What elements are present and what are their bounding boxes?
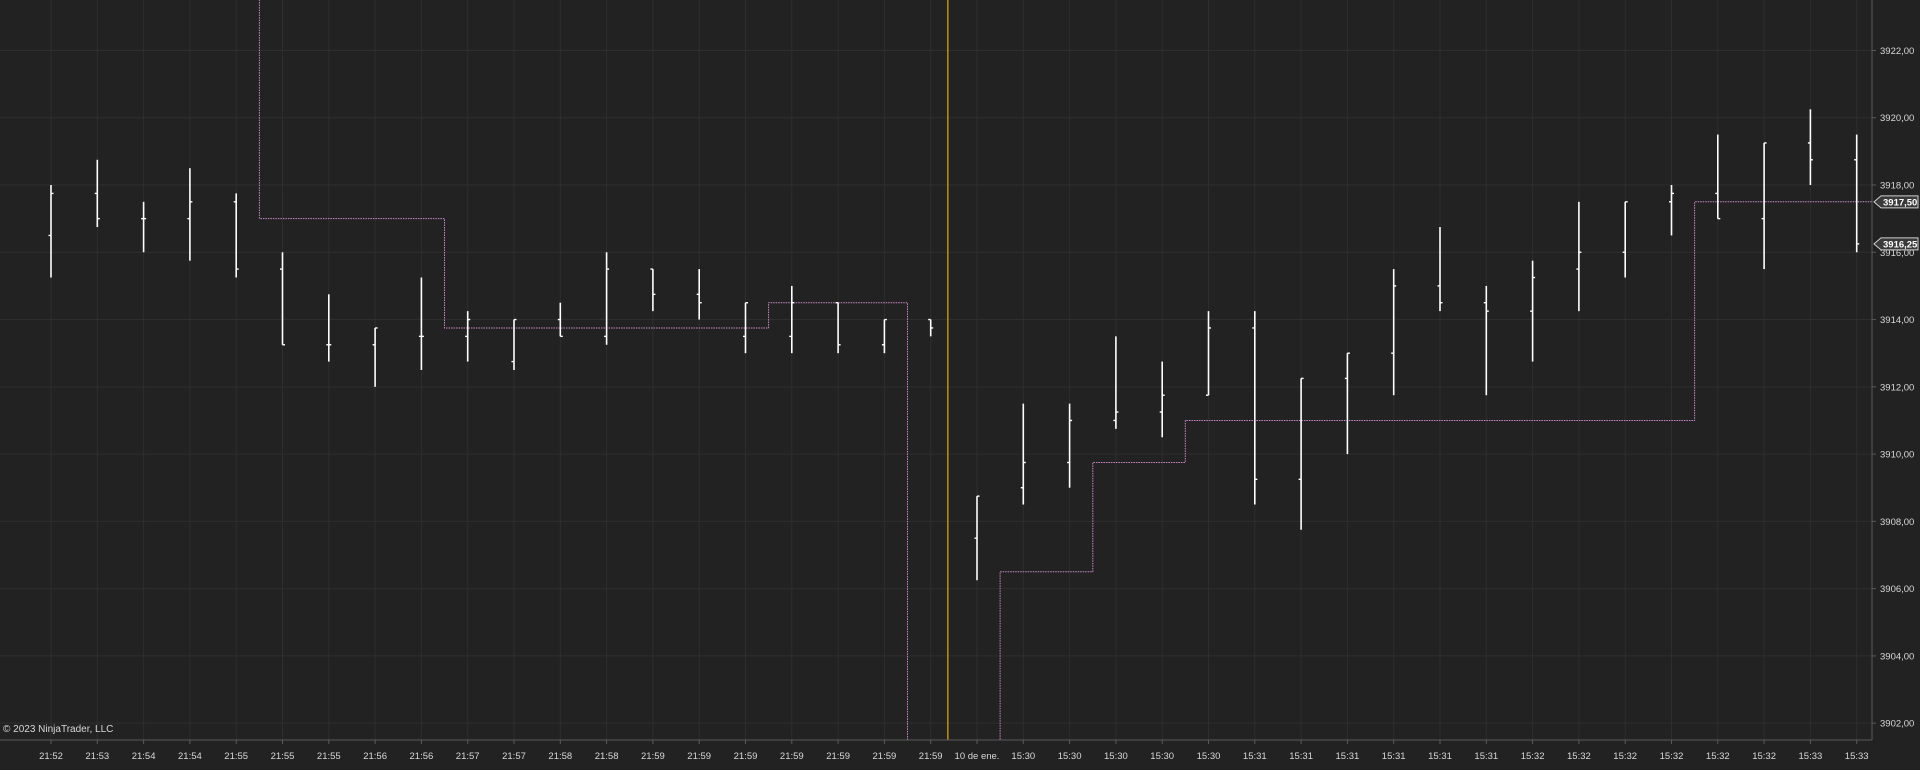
price-chart[interactable]: 3902,00 3904,00 3906,00 3908,00 3910,00 3912,…	[0, 0, 1920, 765]
x-tick-label: 21:59	[826, 751, 850, 762]
x-tick-label: 21:57	[456, 751, 480, 762]
x-tick-label: 15:32	[1567, 751, 1591, 762]
x-tick-label: 10 de ene.	[955, 751, 1000, 762]
x-tick-label: 21:59	[919, 751, 943, 762]
x-tick-label: 21:58	[595, 751, 619, 762]
copyright-text: © 2023 NinjaTrader, LLC	[3, 724, 114, 735]
x-tick-label: 21:57	[502, 751, 526, 762]
x-tick-label: 21:54	[132, 751, 156, 762]
x-tick-label: 21:56	[363, 751, 387, 762]
y-tick-label: 3920,00	[1880, 113, 1914, 124]
y-tick-label: 3922,00	[1880, 46, 1914, 57]
x-tick-label: 15:32	[1613, 751, 1637, 762]
x-tick-label: 15:30	[1150, 751, 1174, 762]
price-tag: 3916,25	[1873, 237, 1919, 251]
x-tick-label: 15:31	[1474, 751, 1498, 762]
y-tick-label: 3912,00	[1880, 382, 1914, 393]
x-tick-label: 21:54	[178, 751, 202, 762]
y-tick-label: 3906,00	[1880, 584, 1914, 595]
x-tick-label: 21:55	[317, 751, 341, 762]
x-tick-label: 15:32	[1521, 751, 1545, 762]
x-tick-label: 15:30	[1058, 751, 1082, 762]
chart-svg: 3902,00 3904,00 3906,00 3908,00 3910,00 3912,…	[0, 0, 1920, 765]
y-tick-label: 3904,00	[1880, 651, 1914, 662]
price-tag-label: 3917,50	[1883, 197, 1917, 208]
x-tick-label: 15:30	[1197, 751, 1221, 762]
x-tick-label: 15:32	[1660, 751, 1684, 762]
x-tick-label: 15:30	[1104, 751, 1128, 762]
x-tick-label: 15:31	[1243, 751, 1267, 762]
x-tick-label: 21:56	[410, 751, 434, 762]
x-tick-label: 21:55	[271, 751, 295, 762]
x-tick-label: 21:59	[780, 751, 804, 762]
x-tick-label: 15:33	[1845, 751, 1869, 762]
x-tick-label: 21:59	[873, 751, 897, 762]
y-tick-label: 3914,00	[1880, 315, 1914, 326]
chart-background	[0, 0, 1920, 765]
y-tick-label: 3902,00	[1880, 719, 1914, 730]
y-tick-label: 3908,00	[1880, 517, 1914, 528]
y-tick-label: 3918,00	[1880, 181, 1914, 192]
x-tick-label: 15:30	[1011, 751, 1035, 762]
x-tick-label: 21:59	[641, 751, 665, 762]
price-tag-label: 3916,25	[1883, 239, 1918, 250]
x-tick-label: 15:31	[1382, 751, 1406, 762]
x-tick-label: 15:32	[1706, 751, 1730, 762]
x-tick-label: 21:52	[39, 751, 63, 762]
x-tick-label: 15:31	[1289, 751, 1313, 762]
x-tick-label: 15:33	[1799, 751, 1823, 762]
x-tick-label: 21:59	[687, 751, 711, 762]
x-tick-label: 21:58	[548, 751, 572, 762]
x-tick-label: 15:32	[1752, 751, 1776, 762]
x-tick-label: 21:59	[734, 751, 758, 762]
y-tick-label: 3910,00	[1880, 450, 1914, 461]
price-tag: 3917,50	[1873, 195, 1919, 208]
x-tick-label: 15:31	[1336, 751, 1360, 762]
x-tick-label: 21:55	[224, 751, 248, 762]
x-tick-label: 15:31	[1428, 751, 1452, 762]
x-tick-label: 21:53	[85, 751, 109, 762]
